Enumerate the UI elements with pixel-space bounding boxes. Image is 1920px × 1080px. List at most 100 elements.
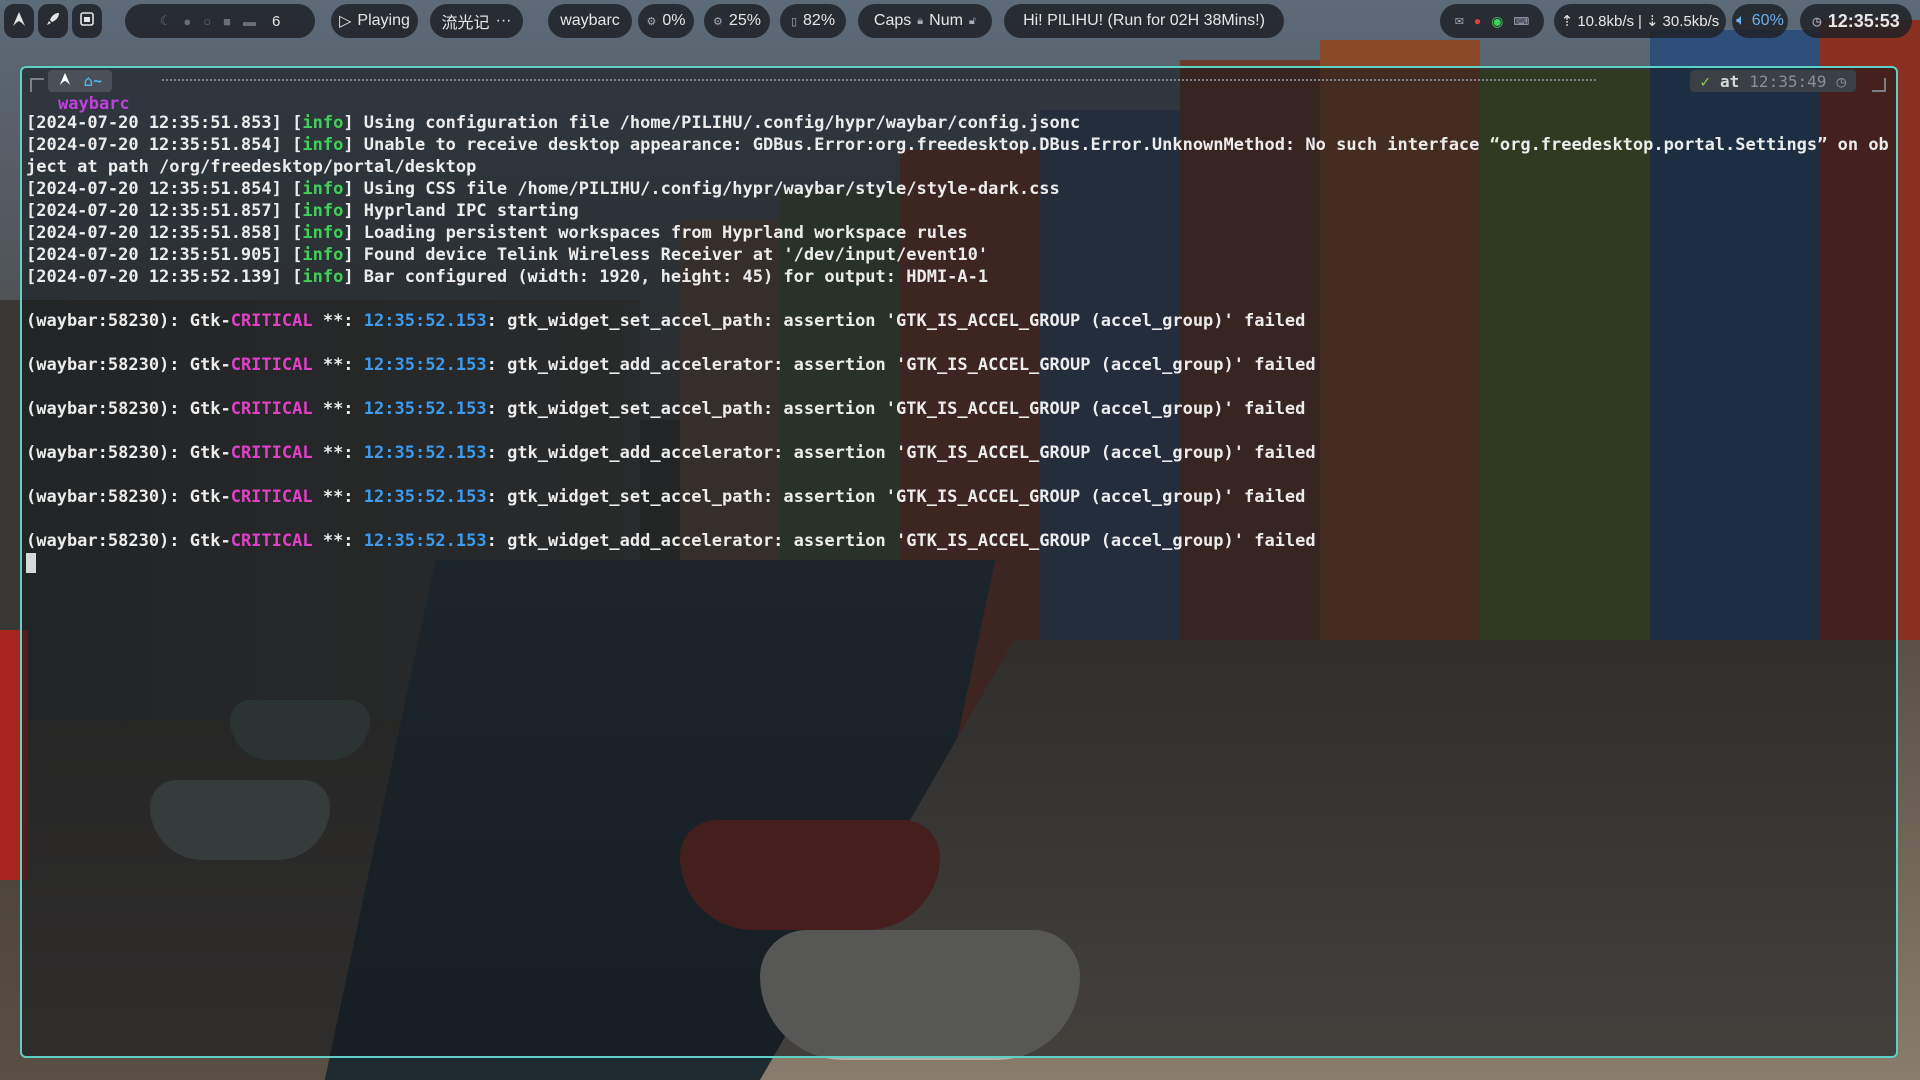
workspace-5-monitor-icon[interactable]: ▬ [243,14,256,29]
wechat-icon[interactable]: ◉ [1491,13,1503,30]
log-separator: **: [312,531,364,551]
terminal-output: [2024-07-20 12:35:51.853] [info] Using c… [26,112,1896,574]
workspace-1-moon-icon[interactable]: ☾ [160,13,172,29]
log-message: : gtk_widget_add_accelerator: assertion … [486,531,1316,551]
log-info-line: [2024-07-20 12:35:51.905] [info] Found d… [26,245,989,265]
song-title-button[interactable]: 流光记 ··· [430,4,523,38]
log-critical-time: 12:35:52.153 [363,531,487,551]
log-level-info: info [302,267,344,287]
log-level-info: info [302,179,344,199]
log-level-critical: CRITICAL [230,443,313,463]
log-timestamp: [2024-07-20 12:35:51.857] [26,201,282,221]
status-ok-icon: ✓ [1700,71,1711,91]
prompt-dir: ~ [93,72,103,90]
log-message: Hyprland IPC starting [363,201,579,221]
media-status-label: Playing [357,12,410,29]
log-message: : gtk_widget_set_accel_path: assertion '… [486,399,1306,419]
log-critical-time: 12:35:52.153 [363,355,487,375]
prompt-frame-left [30,78,44,92]
battery-value: 82% [803,12,836,29]
log-level-critical: CRITICAL [230,531,313,551]
volume-module[interactable]: 🔈︎ 60% [1732,4,1788,38]
log-critical-line: (waybar:58230): Gtk-CRITICAL **: 12:35:5… [26,530,1896,552]
log-level-critical: CRITICAL [230,487,313,507]
prompt-filler [162,79,1596,81]
record-icon[interactable]: ● [1474,14,1481,28]
log-critical-line: (waybar:58230): Gtk-CRITICAL **: 12:35:5… [26,486,1896,508]
rocket-icon [45,11,61,32]
log-info-line: [2024-07-20 12:35:51.857] [info] Hyprlan… [26,201,579,221]
log-critical-line: (waybar:58230): Gtk-CRITICAL **: 12:35:5… [26,442,1896,464]
log-separator: **: [312,443,364,463]
log-message: : gtk_widget_set_accel_path: assertion '… [486,487,1306,507]
arch-logo-icon [58,72,72,90]
log-critical-line: (waybar:58230): Gtk-CRITICAL **: 12:35:5… [26,310,1896,332]
log-level-critical: CRITICAL [230,311,313,331]
log-separator: **: [312,399,364,419]
log-critical-time: 12:35:52.153 [363,399,487,419]
net-download: 30.5kb/s [1662,12,1720,30]
log-blank-line [26,420,1896,442]
log-level-info: info [302,223,344,243]
play-icon: ▷ [339,13,352,30]
log-process-prefix: (waybar:58230): Gtk- [26,531,231,551]
log-level-info: info [302,201,344,221]
mail-icon[interactable]: ✉ [1455,15,1464,28]
log-info-line: [2024-07-20 12:35:51.858] [info] Loading… [26,223,968,243]
log-process-prefix: (waybar:58230): Gtk- [26,443,231,463]
log-timestamp: [2024-07-20 12:35:51.854] [26,179,282,199]
home-icon: ⌂ [84,72,94,90]
log-message: : gtk_widget_add_accelerator: assertion … [486,355,1316,375]
prompt-line: ⌂~ ✓ at 12:35:49 ◷ [22,68,1896,94]
workspace-2-bell-icon[interactable]: ● [183,14,191,29]
speaker-icon: 🔈︎ [1736,12,1746,29]
keyboard-icon[interactable]: ⌨ [1513,15,1529,28]
greeting-module: Hi! PILIHU! (Run for 02H 38Mins!) [1004,4,1284,38]
active-window-title: waybarc [548,4,632,38]
terminal-window[interactable]: ⌂~ ✓ at 12:35:49 ◷ waybarc [2024-07-20 1… [20,66,1898,1058]
launcher-button[interactable] [4,4,34,38]
clock-module[interactable]: ◷ 12:35:53 [1800,4,1912,38]
clock-time: 12:35:53 [1827,10,1900,31]
log-separator: **: [312,355,364,375]
log-level-critical: CRITICAL [230,399,313,419]
log-critical-time: 12:35:52.153 [363,487,487,507]
screenshot-icon [79,11,95,32]
keyboard-state-module: Caps 🔒︎ Num 🔓︎ [858,4,992,38]
rocket-button[interactable] [38,4,68,38]
workspace-3-circle-icon[interactable]: ○ [203,14,211,29]
log-message: Found device Telink Wireless Receiver at… [363,245,989,265]
network-module[interactable]: ⇡ 10.8kb/s | ⇣ 30.5kb/s [1554,4,1726,38]
prompt-right-segment: ✓ at 12:35:49 ◷ [1690,70,1856,92]
workspaces: ☾ ● ○ ■ ▬ 6 [125,4,315,38]
log-critical-line: (waybar:58230): Gtk-CRITICAL **: 12:35:5… [26,354,1896,376]
log-process-prefix: (waybar:58230): Gtk- [26,311,231,331]
workspace-4-square-icon[interactable]: ■ [223,14,231,29]
battery-module[interactable]: ▯ 82% [780,4,846,38]
cpu-icon: ⚙ [646,15,657,28]
log-blank-line [26,288,1896,310]
log-timestamp: [2024-07-20 12:35:51.905] [26,245,282,265]
workspace-6-active[interactable]: 6 [272,13,280,30]
num-label: Num [929,12,963,29]
greeting-text: Hi! PILIHU! (Run for 02H 38Mins!) [1023,12,1265,29]
log-level-info: info [302,135,344,155]
memory-module[interactable]: ⚙ 25% [704,4,770,38]
song-title: 流光记 [441,15,490,32]
memory-value: 25% [728,12,761,29]
active-window-label: waybarc [560,12,620,29]
cpu-module[interactable]: ⚙ 0% [638,4,694,38]
net-separator: | [1638,12,1642,30]
log-message: Using CSS file /home/PILIHU/.config/hypr… [363,179,1060,199]
log-critical-time: 12:35:52.153 [363,311,487,331]
terminal-cursor[interactable] [26,553,36,573]
log-timestamp: [2024-07-20 12:35:51.858] [26,223,282,243]
log-blank-line [26,332,1896,354]
screenshot-button[interactable] [72,4,102,38]
media-status-button[interactable]: ▷ Playing [331,4,418,38]
log-level-info: info [302,245,344,265]
clock-icon: ◷ [1812,15,1822,28]
download-icon: ⇣ [1645,13,1659,30]
unlock-icon: 🔓︎ [968,14,977,27]
log-timestamp: [2024-07-20 12:35:51.853] [26,113,282,133]
